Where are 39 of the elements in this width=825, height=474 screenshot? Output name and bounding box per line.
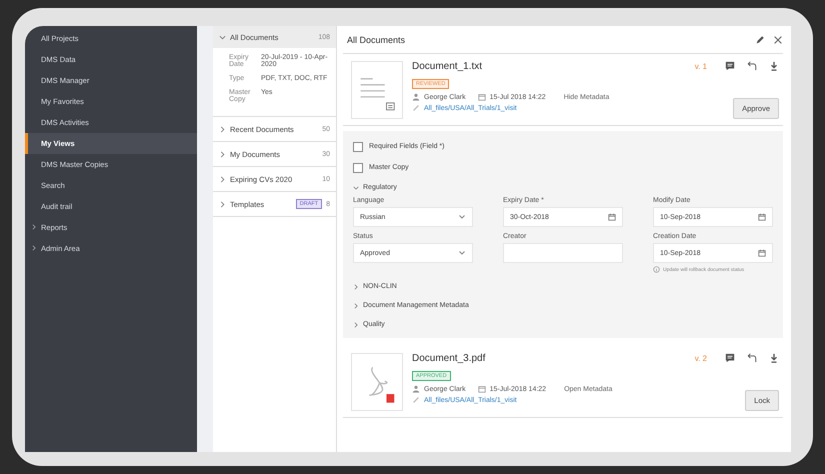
calendar-icon bbox=[478, 93, 486, 101]
chevron-icon bbox=[219, 150, 226, 158]
close-icon[interactable] bbox=[773, 34, 783, 44]
download-icon[interactable] bbox=[769, 61, 779, 71]
document-thumbnail bbox=[351, 61, 403, 119]
checkbox[interactable] bbox=[353, 142, 363, 152]
panel-title: All Documents bbox=[347, 34, 406, 44]
chevron-icon bbox=[219, 126, 226, 132]
calendar-icon bbox=[758, 249, 766, 257]
user-icon bbox=[412, 385, 420, 393]
caret-icon bbox=[458, 249, 466, 257]
calendar-icon bbox=[758, 213, 766, 221]
calendar-icon bbox=[608, 213, 616, 221]
version-label: v. 2 bbox=[694, 354, 707, 362]
input-field[interactable] bbox=[503, 243, 623, 263]
document-thumbnail bbox=[351, 353, 403, 411]
version-label: v. 1 bbox=[694, 62, 707, 70]
chevron-icon bbox=[219, 200, 226, 208]
calendar-icon bbox=[478, 385, 486, 393]
chevron-icon bbox=[353, 284, 359, 290]
undo-icon[interactable] bbox=[747, 353, 757, 363]
chevron-icon bbox=[353, 184, 359, 190]
link-icon bbox=[412, 396, 420, 404]
document-name[interactable]: Document_3.pdf bbox=[412, 353, 695, 364]
undo-icon[interactable] bbox=[747, 61, 757, 71]
document-name[interactable]: Document_1.txt bbox=[412, 61, 695, 72]
info-icon bbox=[653, 266, 660, 273]
chevron-icon bbox=[219, 176, 226, 182]
caret-icon bbox=[458, 213, 466, 221]
download-icon[interactable] bbox=[769, 353, 779, 363]
chevron-icon bbox=[353, 302, 359, 308]
comment-icon[interactable] bbox=[725, 61, 735, 71]
user-icon bbox=[412, 93, 420, 101]
comment-icon[interactable] bbox=[725, 353, 735, 363]
chevron-icon bbox=[353, 322, 359, 328]
edit-icon[interactable] bbox=[755, 34, 765, 44]
chevron-icon bbox=[219, 34, 226, 40]
checkbox[interactable] bbox=[353, 162, 363, 172]
link-icon bbox=[412, 104, 420, 112]
